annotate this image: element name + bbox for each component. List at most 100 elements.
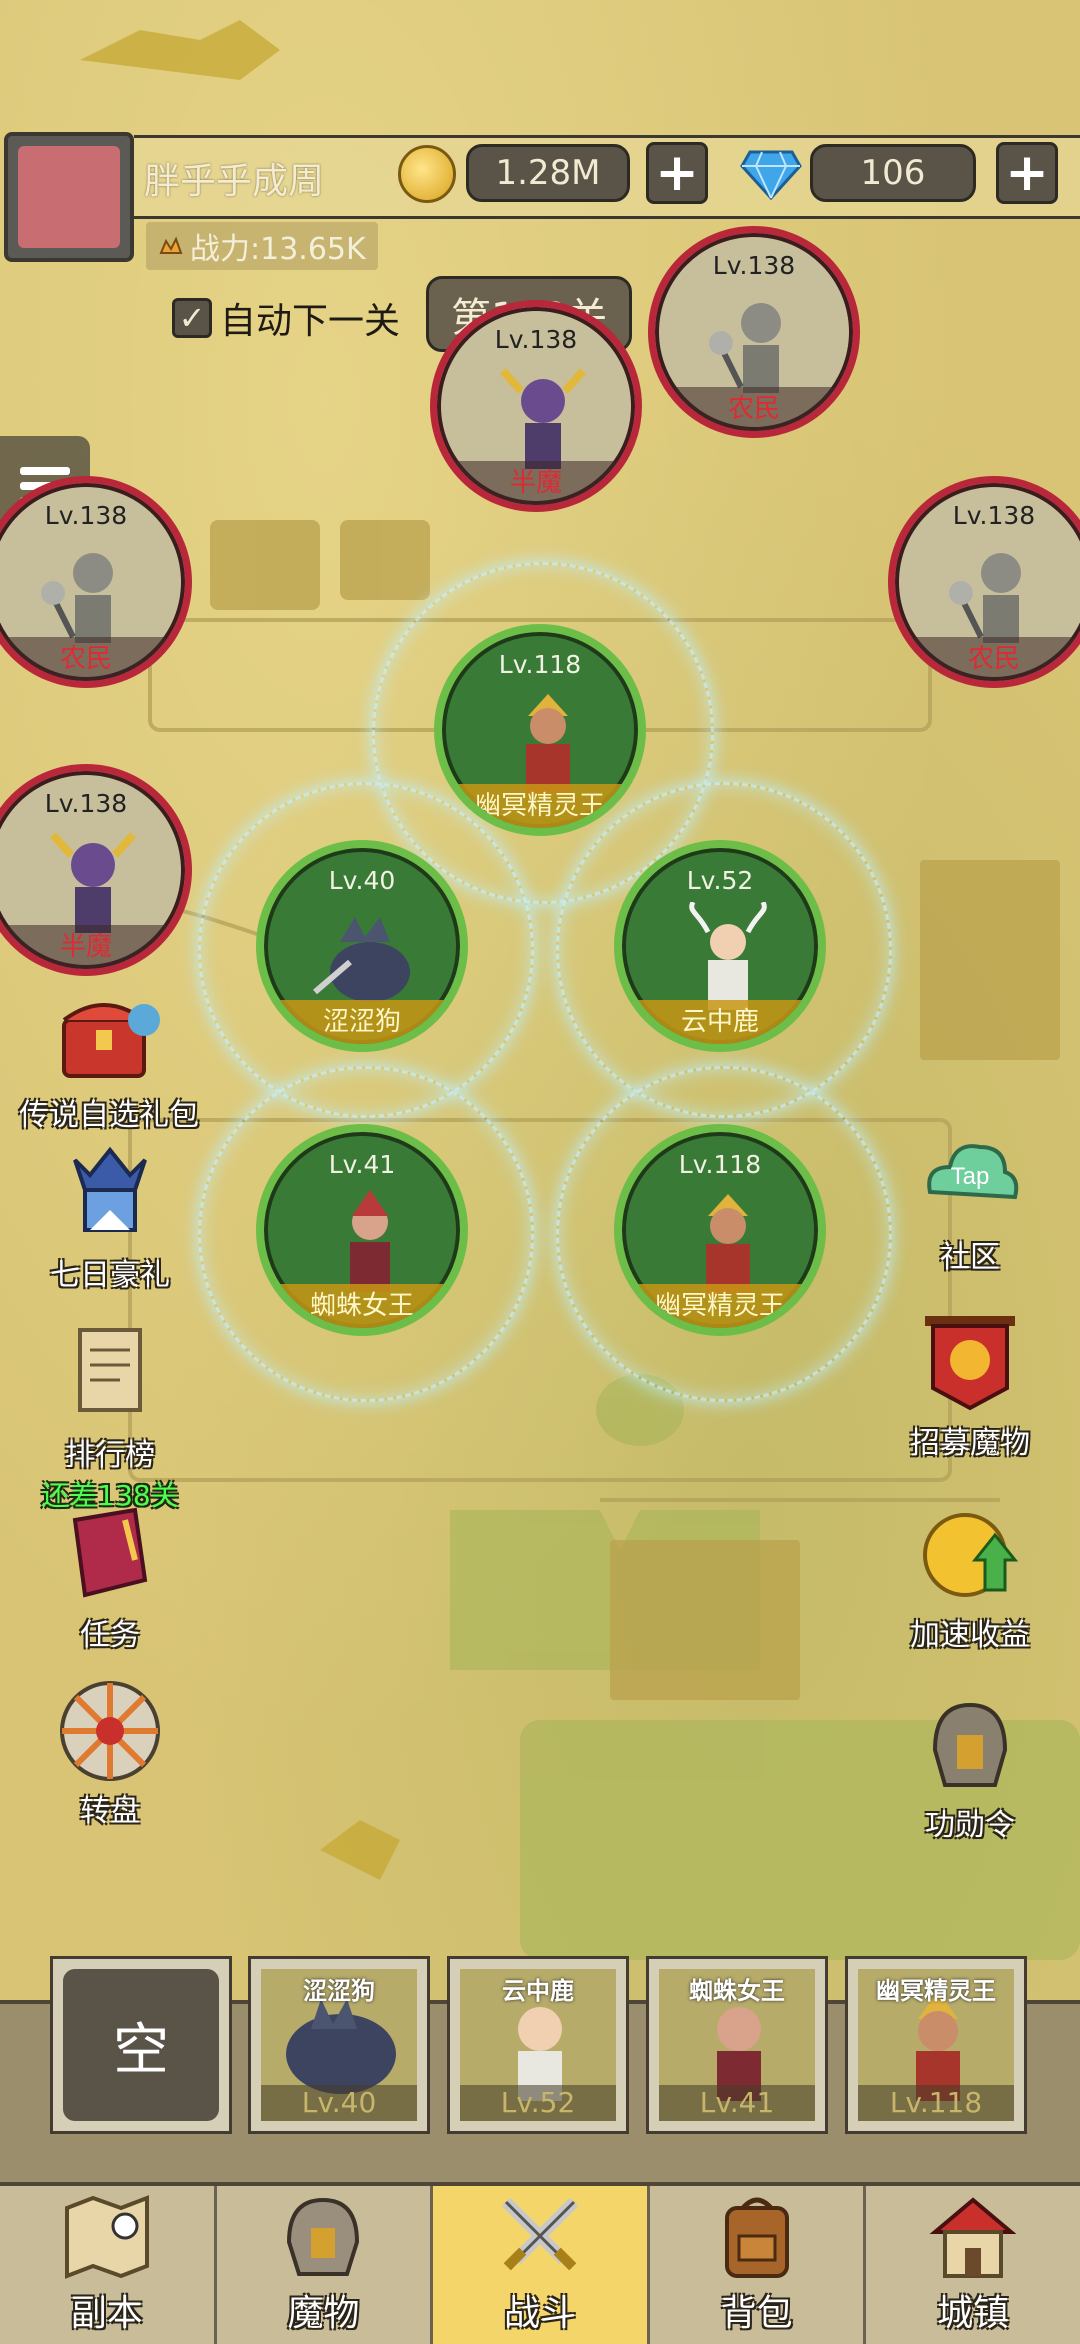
backpack-icon xyxy=(724,2197,789,2278)
ally-level: Lv.41 xyxy=(328,1150,396,1179)
enemy-level: Lv.138 xyxy=(494,325,578,354)
ally-name: 云中鹿 xyxy=(622,1000,818,1044)
banner-icon xyxy=(925,1316,1015,1411)
enemy-unit[interactable]: Lv.138 农民 xyxy=(648,226,860,438)
ally-name: 幽冥精灵王 xyxy=(442,784,638,828)
power-icon xyxy=(159,236,183,254)
ally-unit[interactable]: Lv.41 蜘蛛女王 xyxy=(256,1124,468,1336)
player-avatar[interactable] xyxy=(4,132,134,262)
enemy-level: Lv.138 xyxy=(712,251,796,280)
leaderboard-button[interactable]: 排行榜 还差138关 xyxy=(30,1320,190,1514)
ally-unit[interactable]: Lv.52 云中鹿 xyxy=(614,840,826,1052)
enemy-name: 农民 xyxy=(0,637,185,681)
add-gems-button[interactable]: + xyxy=(996,142,1058,204)
player-name: 胖乎乎成周 xyxy=(144,161,325,202)
knight-helmet-icon xyxy=(73,1146,147,1232)
ally-name: 涩涩狗 xyxy=(264,1000,460,1044)
helmet-icon xyxy=(932,1702,1008,1787)
slot-name: 幽冥精灵王 xyxy=(876,1977,996,2005)
ally-level: Lv.118 xyxy=(498,650,582,679)
ally-unit[interactable]: Lv.118 幽冥精灵王 xyxy=(614,1124,826,1336)
feature-label: 排行榜 xyxy=(65,1438,155,1473)
ally-level: Lv.118 xyxy=(678,1150,762,1179)
legend-pack-button[interactable]: 传说自选礼包 xyxy=(4,980,214,1134)
book-icon xyxy=(72,1507,148,1598)
team-slot[interactable]: 蜘蛛女王 Lv.41 xyxy=(646,1956,828,2134)
team-slot[interactable]: 涩涩狗 Lv.40 xyxy=(248,1956,430,2134)
house-icon xyxy=(929,2197,1017,2278)
wheel-icon xyxy=(60,1681,160,1781)
treasure-chest-icon xyxy=(62,1003,160,1078)
tab-backpack[interactable]: 背包 xyxy=(650,2186,867,2344)
slot-level: Lv.52 xyxy=(460,2085,616,2121)
feature-label: 转盘 xyxy=(80,1794,140,1829)
wheel-button[interactable]: 转盘 xyxy=(30,1676,190,1830)
tap-badge: Tap xyxy=(951,1163,990,1190)
tab-label: 副本 xyxy=(70,2293,143,2334)
enemy-level: Lv.138 xyxy=(44,501,128,530)
speed-up-income-button[interactable]: 加速收益 xyxy=(880,1500,1060,1654)
combat-power-text: 战力:13.65K xyxy=(190,232,366,267)
enemy-unit[interactable]: Lv.138 农民 xyxy=(888,476,1080,688)
recruit-monster-button[interactable]: 招募魔物 xyxy=(880,1308,1060,1462)
empty-slot-label: 空 xyxy=(63,1969,219,2121)
scroll-icon xyxy=(78,1328,142,1412)
enemy-name: 半魔 xyxy=(437,461,635,505)
tab-monster[interactable]: 魔物 xyxy=(217,2186,434,2344)
slot-name: 云中鹿 xyxy=(502,1977,574,2005)
seven-day-gift-button[interactable]: 七日豪礼 xyxy=(30,1140,190,1294)
ally-name: 蜘蛛女王 xyxy=(264,1284,460,1328)
enemy-unit[interactable]: Lv.138 农民 xyxy=(0,476,192,688)
tasks-button[interactable]: 任务 xyxy=(30,1500,190,1654)
ally-name: 幽冥精灵王 xyxy=(622,1284,818,1328)
gem-amount: 106 xyxy=(810,144,976,202)
slot-name: 蜘蛛女王 xyxy=(689,1977,785,2005)
tap-cloud-icon: Tap xyxy=(927,1144,1019,1200)
feature-label: 加速收益 xyxy=(910,1618,1030,1653)
enemy-name: 农民 xyxy=(655,387,853,431)
tab-label: 魔物 xyxy=(287,2293,360,2334)
auto-next-toggle[interactable]: ✓ 自动下一关 xyxy=(172,292,400,344)
ally-unit[interactable]: Lv.118 幽冥精灵王 xyxy=(434,624,646,836)
gold-coin-icon xyxy=(398,145,456,203)
ally-unit[interactable]: Lv.40 涩涩狗 xyxy=(256,840,468,1052)
enemy-unit[interactable]: Lv.138 半魔 xyxy=(430,300,642,512)
tab-label: 背包 xyxy=(720,2293,793,2334)
avatar-face xyxy=(18,146,120,248)
tab-dungeon[interactable]: 副本 xyxy=(0,2186,217,2344)
tab-town[interactable]: 城镇 xyxy=(866,2186,1080,2344)
ally-level: Lv.40 xyxy=(328,866,396,895)
bottom-nav: 副本 魔物 战斗 背包 城镇 xyxy=(0,2182,1080,2344)
crossed-swords-icon xyxy=(501,2197,579,2271)
add-gold-button[interactable]: + xyxy=(646,142,708,204)
team-slot[interactable]: 幽冥精灵王 Lv.118 xyxy=(845,1956,1027,2134)
combat-power: 战力:13.65K xyxy=(146,222,378,270)
map-icon xyxy=(64,2195,149,2279)
feature-label: 社区 xyxy=(940,1240,1000,1275)
community-button[interactable]: Tap 社区 xyxy=(900,1122,1040,1276)
auto-next-checkbox[interactable]: ✓ xyxy=(172,298,212,338)
auto-next-label: 自动下一关 xyxy=(220,301,401,342)
enemy-level: Lv.138 xyxy=(952,501,1036,530)
tab-label: 战斗 xyxy=(503,2293,576,2334)
gem-icon xyxy=(740,150,802,201)
slot-level: Lv.41 xyxy=(659,2085,815,2121)
enemy-unit[interactable]: Lv.138 半魔 xyxy=(0,764,192,976)
enemy-level: Lv.138 xyxy=(44,789,128,818)
feature-label: 传说自选礼包 xyxy=(19,1098,199,1133)
gold-amount: 1.28M xyxy=(466,144,630,202)
feature-label: 任务 xyxy=(80,1618,140,1653)
slot-name: 涩涩狗 xyxy=(303,1977,375,2005)
ally-level: Lv.52 xyxy=(686,866,754,895)
feature-label: 功勋令 xyxy=(925,1808,1015,1843)
feature-label: 招募魔物 xyxy=(910,1426,1030,1461)
team-slot[interactable]: 云中鹿 Lv.52 xyxy=(447,1956,629,2134)
tab-battle[interactable]: 战斗 xyxy=(433,2186,650,2344)
enemy-name: 半魔 xyxy=(0,925,185,969)
merit-order-button[interactable]: 功勋令 xyxy=(900,1690,1040,1844)
team-slot-empty[interactable]: 空 xyxy=(50,1956,232,2134)
slot-level: Lv.40 xyxy=(261,2085,417,2121)
coin-arrow-icon xyxy=(923,1513,1019,1597)
feature-label: 七日豪礼 xyxy=(50,1258,170,1293)
monster-helmet-icon xyxy=(287,2197,360,2276)
